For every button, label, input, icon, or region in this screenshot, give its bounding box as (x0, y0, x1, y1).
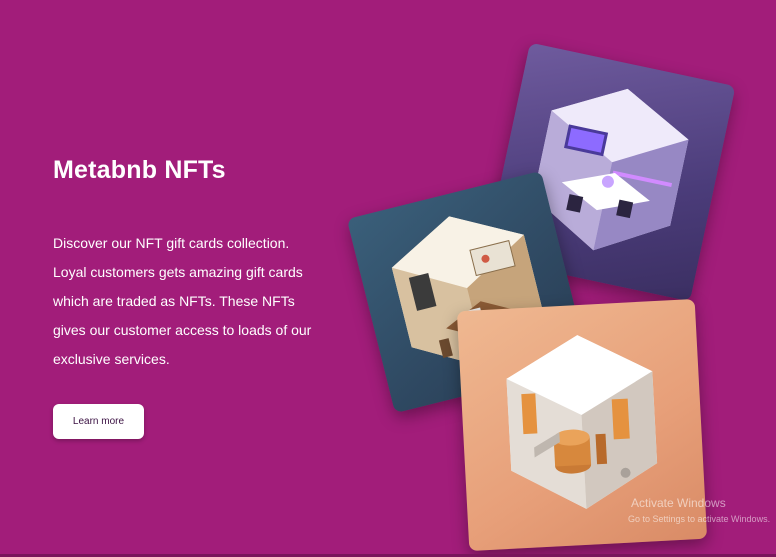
learn-more-button[interactable]: Learn more (53, 404, 144, 439)
watermark-title: Activate Windows (631, 496, 726, 510)
section-description: Discover our NFT gift cards collection. … (53, 235, 312, 367)
watermark-subtitle: Go to Settings to activate Windows. (628, 514, 771, 524)
windows-activation-watermark: Activate Windows Go to Settings to activ… (628, 496, 770, 524)
nft-section: Metabnb NFTs Discover our NFT gift cards… (0, 0, 776, 557)
section-title: Metabnb NFTs (53, 156, 226, 184)
